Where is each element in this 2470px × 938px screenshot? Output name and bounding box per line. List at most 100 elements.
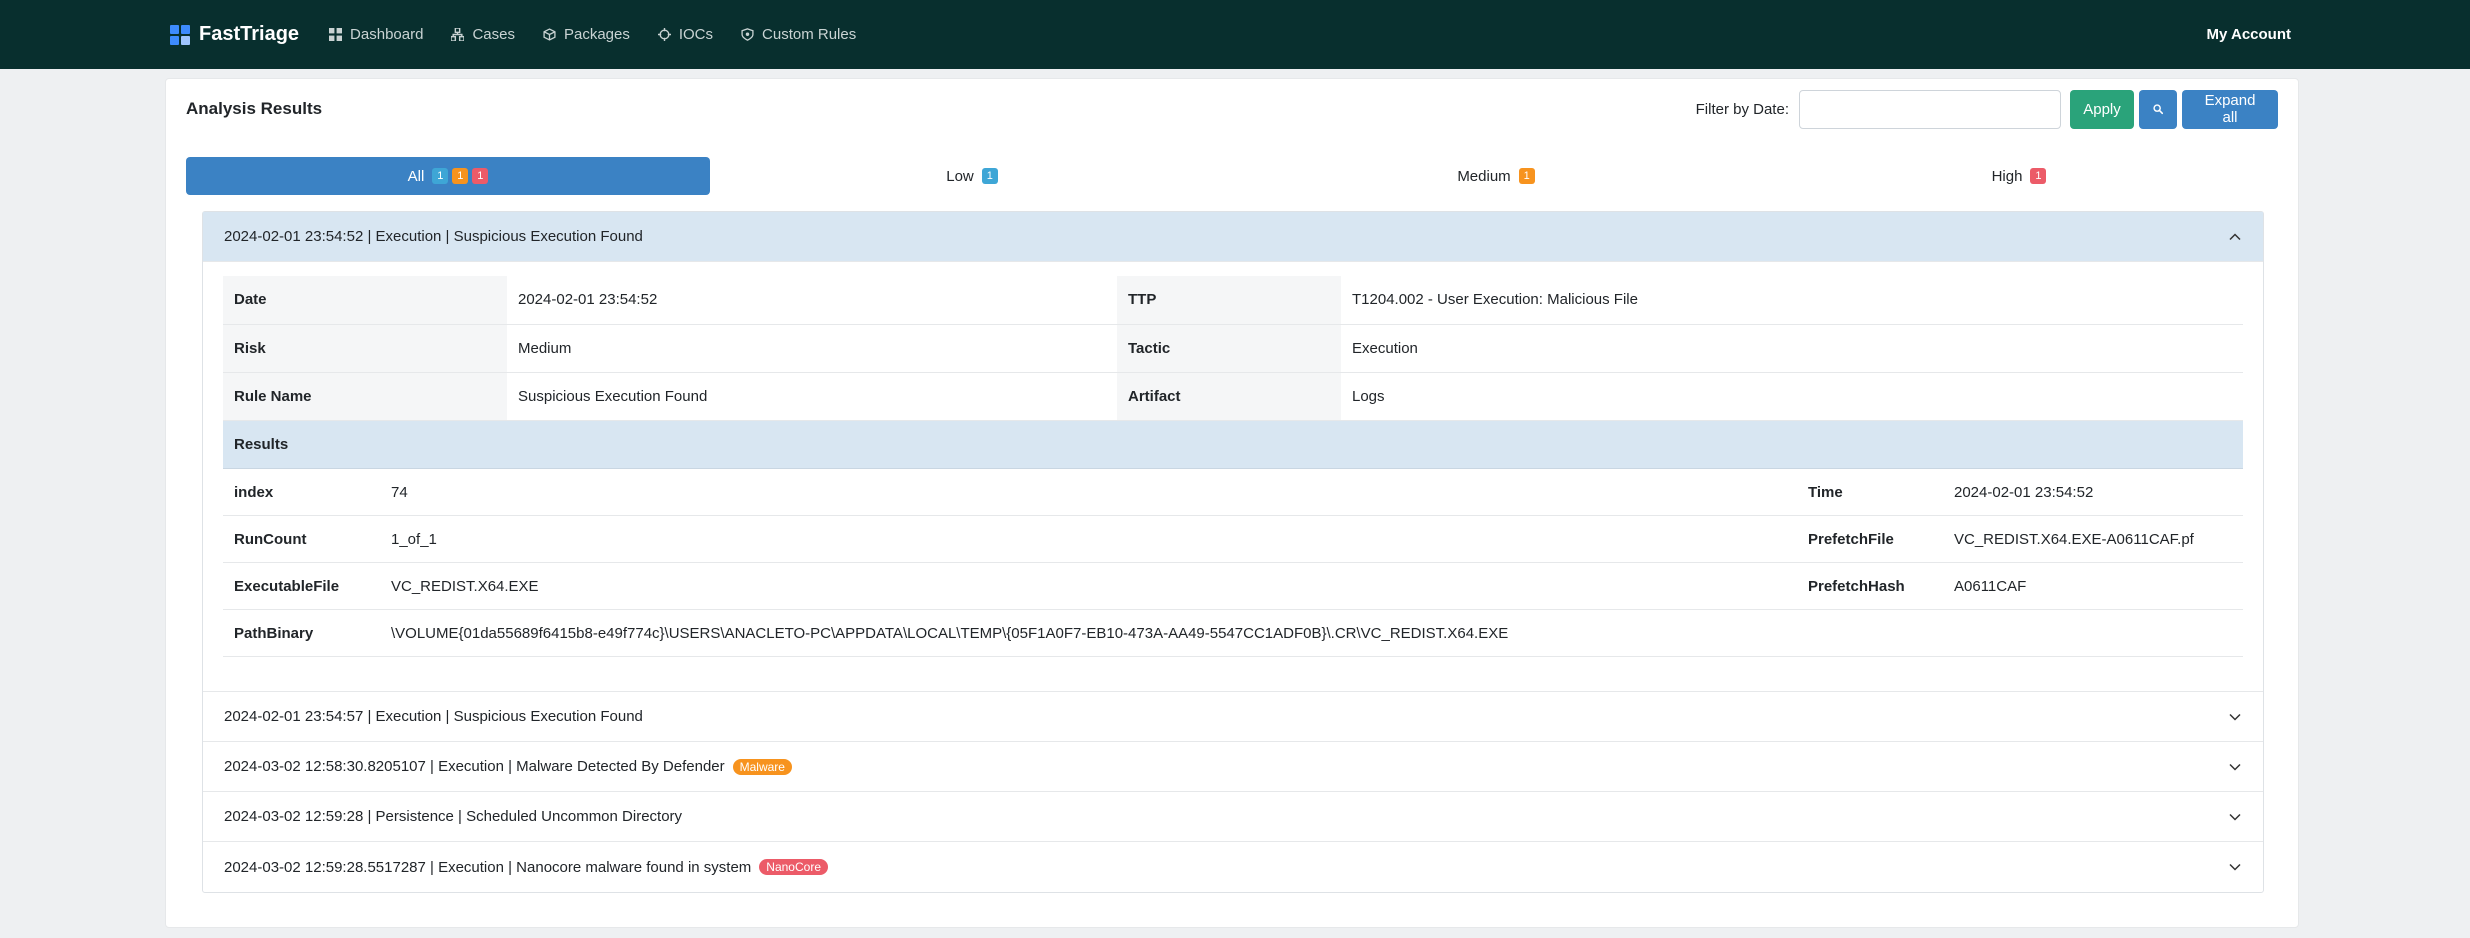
- executablefile-value: VC_REDIST.X64.EXE: [380, 562, 1797, 610]
- nanocore-tag: NanoCore: [759, 859, 828, 875]
- accordion-item-title: 2024-03-02 12:59:28 | Persistence | Sche…: [224, 808, 683, 825]
- ttp-label: TTP: [1117, 276, 1341, 325]
- index-value: 74: [380, 468, 1797, 516]
- risk-tabs: All 1 1 1 Low 1 Medium 1 High 1: [186, 157, 2280, 195]
- filter-date-input[interactable]: [1799, 89, 2061, 129]
- table-row: RunCount 1_of_1 PrefetchFile VC_REDIST.X…: [223, 515, 2243, 563]
- tab-high[interactable]: High 1: [1758, 157, 2280, 195]
- rule-name-value: Suspicious Execution Found: [507, 372, 1117, 421]
- detail-table: Date 2024-02-01 23:54:52 TTP T1204.002 -…: [223, 276, 2243, 421]
- nav-custom-rules-label: Custom Rules: [762, 26, 857, 43]
- pathbinary-value: \VOLUME{01da55689f6415b8-e49f774c}\USERS…: [380, 609, 2243, 657]
- ttp-value: T1204.002 - User Execution: Malicious Fi…: [1341, 276, 2243, 325]
- index-label: index: [223, 468, 380, 516]
- nav-packages[interactable]: Packages: [543, 26, 630, 43]
- my-account-link[interactable]: My Account: [2207, 26, 2291, 43]
- nav-cases[interactable]: Cases: [451, 26, 515, 43]
- date-value: 2024-02-01 23:54:52: [507, 276, 1117, 325]
- chevron-down-icon: [2229, 763, 2241, 771]
- search-icon: [2153, 104, 2163, 115]
- accordion-item-title: 2024-02-01 23:54:52 | Execution | Suspic…: [224, 228, 643, 245]
- artifact-label: Artifact: [1117, 372, 1341, 421]
- brand-name: FastTriage: [199, 23, 300, 45]
- shield-icon: [741, 28, 754, 41]
- accordion-item-header[interactable]: 2024-03-02 12:58:30.8205107 | Execution …: [203, 742, 2263, 792]
- brand-logo-icon: [170, 24, 190, 45]
- chevron-up-icon: [2229, 232, 2241, 240]
- accordion-item-header[interactable]: 2024-03-02 12:59:28 | Persistence | Sche…: [203, 792, 2263, 842]
- accordion-item-header[interactable]: 2024-02-01 23:54:52 | Execution | Suspic…: [203, 212, 2263, 262]
- nav-cases-label: Cases: [472, 26, 515, 43]
- tab-high-label: High: [1991, 167, 2023, 185]
- prefetchfile-label: PrefetchFile: [1797, 515, 1943, 563]
- pathbinary-label: PathBinary: [223, 609, 380, 657]
- malware-tag: Malware: [732, 758, 792, 775]
- analysis-results-card: Analysis Results Filter by Date: Apply E…: [165, 78, 2299, 928]
- expand-all-button[interactable]: Expand all: [2182, 89, 2278, 129]
- time-label: Time: [1797, 468, 1943, 516]
- results-header-row: Results: [223, 420, 2243, 469]
- nav-iocs[interactable]: IOCs: [657, 26, 714, 43]
- table-row: Date 2024-02-01 23:54:52 TTP T1204.002 -…: [223, 276, 2243, 325]
- tab-all-label: All: [407, 167, 425, 185]
- nav-dashboard[interactable]: Dashboard: [329, 26, 423, 43]
- rule-name-label: Rule Name: [223, 372, 507, 421]
- results-heading: Results: [223, 420, 2243, 469]
- accordion-item-header[interactable]: 2024-02-01 23:54:57 | Execution | Suspic…: [203, 692, 2263, 742]
- accordion-item-header[interactable]: 2024-03-02 12:59:28.5517287 | Execution …: [203, 842, 2263, 892]
- tab-high-badge: 1: [2030, 168, 2047, 184]
- runcount-label: RunCount: [223, 515, 380, 563]
- date-label: Date: [223, 276, 507, 325]
- time-value: 2024-02-01 23:54:52: [1943, 468, 2243, 516]
- results-table: Results index 74 Time 2024-02-01 23:54:5…: [223, 420, 2243, 657]
- risk-value: Medium: [507, 324, 1117, 373]
- accordion-item-title: 2024-02-01 23:54:57 | Execution | Suspic…: [224, 708, 643, 725]
- nav-links: Dashboard Cases Packages IOCs Custom Rul…: [329, 26, 2207, 43]
- apply-button[interactable]: Apply: [2070, 89, 2134, 129]
- results-accordion: 2024-02-01 23:54:52 | Execution | Suspic…: [202, 211, 2264, 893]
- executablefile-label: ExecutableFile: [223, 562, 380, 610]
- prefetchhash-value: A0611CAF: [1943, 562, 2243, 610]
- chevron-down-icon: [2229, 713, 2241, 721]
- top-navbar: FastTriage Dashboard Cases Packages IOCs…: [0, 0, 2470, 69]
- artifact-value: Logs: [1341, 372, 2243, 421]
- brand[interactable]: FastTriage: [170, 23, 299, 46]
- sitemap-icon: [451, 28, 465, 41]
- table-row: ExecutableFile VC_REDIST.X64.EXE Prefetc…: [223, 562, 2243, 610]
- accordion-item-body: Date 2024-02-01 23:54:52 TTP T1204.002 -…: [203, 262, 2263, 692]
- nav-iocs-label: IOCs: [678, 26, 714, 43]
- tab-all-low-badge: 1: [432, 168, 449, 184]
- table-row: index 74 Time 2024-02-01 23:54:52: [223, 468, 2243, 516]
- table-row: PathBinary \VOLUME{01da55689f6415b8-e49f…: [223, 609, 2243, 657]
- search-button[interactable]: [2139, 89, 2177, 129]
- page-title: Analysis Results: [186, 99, 323, 118]
- risk-label: Risk: [223, 324, 507, 373]
- dashboard-icon: [329, 28, 343, 41]
- tab-all-high-badge: 1: [472, 168, 489, 184]
- tab-low[interactable]: Low 1: [710, 157, 1234, 195]
- table-row: Rule Name Suspicious Execution Found Art…: [223, 372, 2243, 421]
- nav-custom-rules[interactable]: Custom Rules: [741, 26, 856, 43]
- tab-medium-label: Medium: [1457, 167, 1511, 185]
- tactic-label: Tactic: [1117, 324, 1341, 373]
- crosshair-icon: [657, 28, 671, 41]
- prefetchfile-value: VC_REDIST.X64.EXE-A0611CAF.pf: [1943, 515, 2243, 563]
- tab-medium-badge: 1: [1518, 168, 1535, 184]
- tab-all-medium-badge: 1: [452, 168, 469, 184]
- card-header: Analysis Results Filter by Date: Apply E…: [166, 79, 2298, 139]
- runcount-value: 1_of_1: [380, 515, 1797, 563]
- nav-packages-label: Packages: [563, 26, 630, 43]
- chevron-down-icon: [2229, 813, 2241, 821]
- accordion-item-title: 2024-03-02 12:59:28.5517287 | Execution …: [224, 858, 752, 876]
- tab-all[interactable]: All 1 1 1: [186, 157, 710, 195]
- tab-medium[interactable]: Medium 1: [1234, 157, 1758, 195]
- table-row: Risk Medium Tactic Execution: [223, 324, 2243, 373]
- tactic-value: Execution: [1341, 324, 2243, 373]
- tab-low-badge: 1: [981, 168, 998, 184]
- filter-by-date-label: Filter by Date:: [1695, 100, 1789, 118]
- prefetchhash-label: PrefetchHash: [1797, 562, 1943, 610]
- cube-icon: [543, 28, 556, 41]
- nav-dashboard-label: Dashboard: [350, 26, 424, 43]
- chevron-down-icon: [2229, 863, 2241, 871]
- tab-low-label: Low: [946, 167, 974, 185]
